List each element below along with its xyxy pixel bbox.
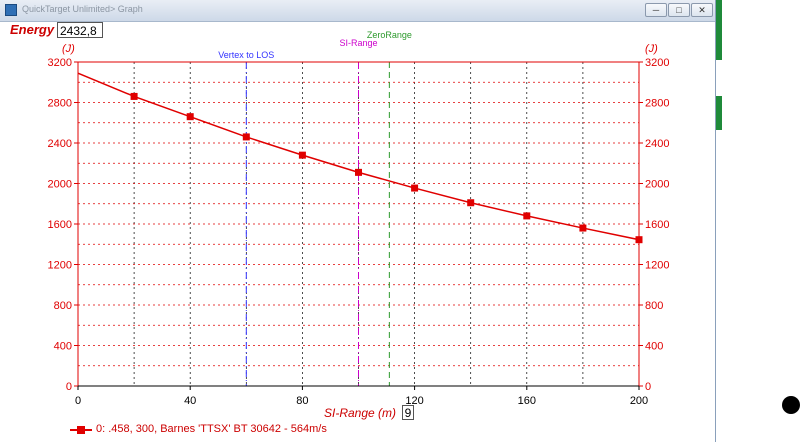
y-tick-label-left: 1200 <box>48 260 72 272</box>
y-tick-label-right: 2800 <box>645 98 669 110</box>
data-point <box>411 184 419 192</box>
x-axis-value-box[interactable]: 9 <box>402 405 414 420</box>
y-tick-label-left: 0 <box>66 381 72 393</box>
legend-entry: 0: .458, 300, Barnes 'TTSX' BT 30642 - 5… <box>96 423 327 435</box>
data-point <box>355 168 362 176</box>
x-tick-label: 80 <box>296 395 308 407</box>
data-point <box>242 133 250 141</box>
y-tick-label-right: 2400 <box>645 138 669 150</box>
y-tick-label-right: 800 <box>645 300 663 312</box>
desktop-window-edge <box>716 0 722 60</box>
data-point <box>579 224 587 232</box>
x-tick-label: 200 <box>630 395 648 407</box>
y-tick-label-right: 3200 <box>645 57 669 69</box>
y-tick-label-left: 2800 <box>48 98 72 110</box>
chart-annotations: Vertex to LOSSI-RangeZeroRange <box>218 30 412 386</box>
x-axis-title: SI-Range (m) <box>324 406 397 420</box>
x-tick-label: 40 <box>184 395 196 407</box>
y-tick-label-left: 2400 <box>48 138 72 150</box>
desktop-background <box>716 0 800 442</box>
x-tick-label: 160 <box>518 395 536 407</box>
annotation-label: Vertex to LOS <box>218 50 274 60</box>
energy-chart[interactable]: Vertex to LOSSI-RangeZeroRange 0 0400 4008… <box>0 0 716 442</box>
data-point <box>467 199 475 207</box>
y-tick-label-left: 2000 <box>48 179 72 191</box>
data-point <box>186 113 194 121</box>
y-axis-unit-right: (J) <box>645 43 658 55</box>
y-tick-label-right: 1600 <box>645 219 669 231</box>
y-tick-label-right: 1200 <box>645 260 669 272</box>
y-tick-label-right: 0 <box>645 381 651 393</box>
y-tick-label-left: 3200 <box>48 57 72 69</box>
data-point <box>130 92 138 100</box>
data-point <box>635 236 643 244</box>
data-point <box>298 151 306 159</box>
y-tick-label-left: 800 <box>54 300 72 312</box>
x-tick-label: 0 <box>75 395 81 407</box>
desktop-dot <box>782 396 800 414</box>
chart-series <box>77 72 643 244</box>
y-axis-unit-left: (J) <box>62 43 75 55</box>
y-tick-label-right: 400 <box>645 341 663 353</box>
desktop-window-edge <box>716 96 722 130</box>
legend-marker-swatch <box>77 426 85 434</box>
annotation-label: ZeroRange <box>367 30 412 40</box>
y-tick-label-left: 1600 <box>48 219 72 231</box>
graph-window: QuickTarget Unlimited> Graph ─ □ ✕ Energ… <box>0 0 716 442</box>
data-point <box>523 212 531 220</box>
y-tick-label-left: 400 <box>54 341 72 353</box>
y-tick-label-right: 2000 <box>645 179 669 191</box>
